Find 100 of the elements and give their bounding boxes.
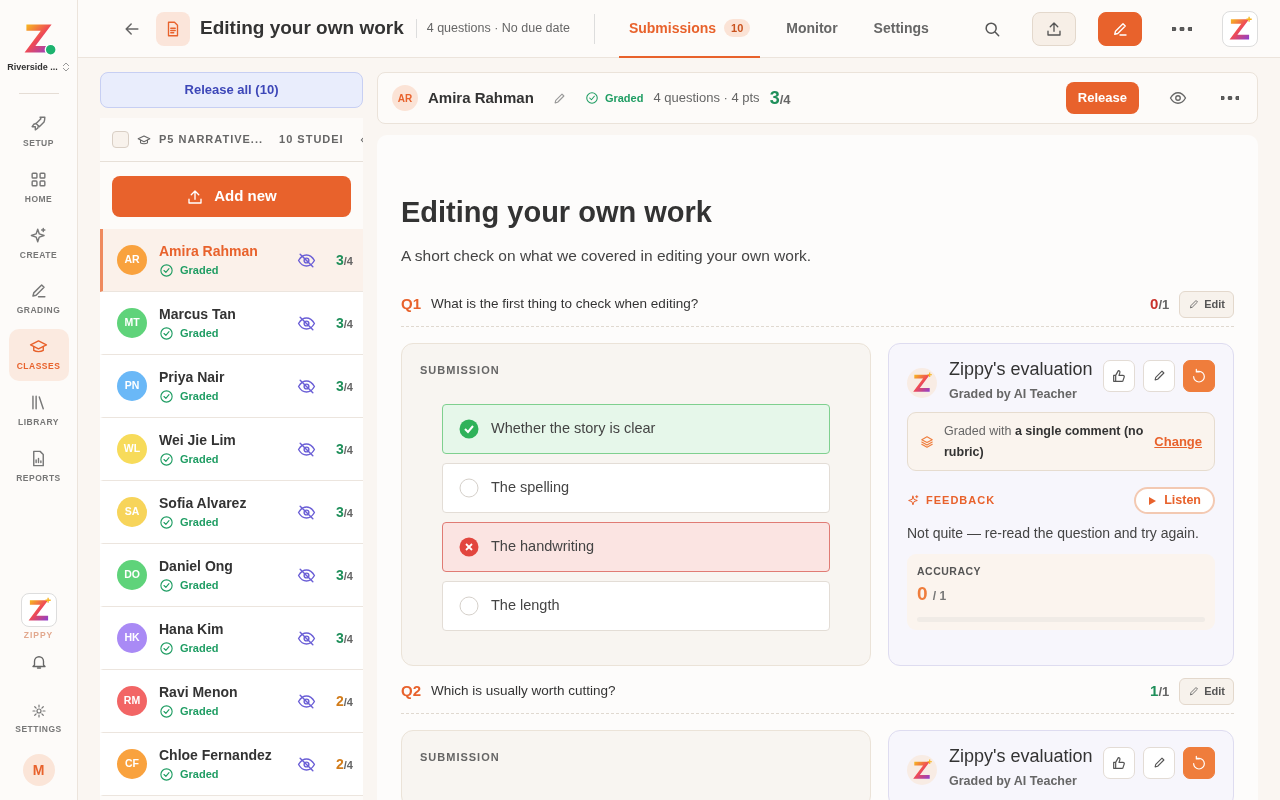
status-label: Graded [180,641,219,657]
change-link[interactable]: Change [1154,431,1202,453]
nav-item[interactable]: REPORTS [8,440,69,493]
more-icon [1172,26,1192,31]
export-button[interactable] [1032,11,1076,46]
check-circle-icon [159,515,174,530]
nav-item[interactable]: CREATE [8,217,69,270]
nav-item[interactable]: LIBRARY [8,384,69,437]
thumbs-up-icon [1111,754,1127,771]
nav-item[interactable]: CLASSES [8,329,69,381]
grid-icon [29,169,48,189]
switch-icon[interactable] [61,62,70,73]
grader-label: Graded by AI Teacher [949,773,1078,791]
edit-button[interactable]: Edit [1179,678,1234,705]
accuracy-score: 0 / 1 [917,582,948,607]
option-text: The spelling [491,478,570,498]
option-text: The handwriting [491,537,595,557]
score: 2/4 [336,691,353,711]
radio-icon [459,478,479,499]
layers-icon [920,434,934,449]
score: 3/4 [336,313,353,333]
thumbs-up-icon [1111,367,1127,384]
student-row[interactable]: MT Marcus Tan Graded 3/4 [100,292,363,355]
score: 3/4 [336,439,353,459]
status-label: Graded [180,767,219,783]
student-avatar: RM [117,686,147,716]
pen-icon [29,281,48,301]
rocket-icon [29,114,48,133]
student-name: Daniel Ong [159,557,234,577]
refresh-icon [1191,367,1207,384]
tab[interactable]: Monitor [776,0,848,58]
student-row[interactable]: PN Priya Nair Graded 3/4 [100,355,363,418]
score: 3/4 [336,376,353,396]
status-label: Graded [180,515,219,531]
logo-icon [1227,15,1253,42]
thumbs-up-button[interactable] [1103,359,1135,392]
nav-item[interactable]: HOME [8,161,69,214]
pencil-icon [1188,298,1201,311]
edit-button[interactable]: Edit [1179,291,1234,318]
nav-item[interactable]: GRADING [8,273,69,325]
student-row[interactable]: CF Chloe Fernandez Graded 2/4 [100,733,363,796]
question-number: Q2 [401,681,421,702]
score: 2/4 [336,754,353,774]
assistant-button[interactable] [20,592,57,627]
release-button[interactable]: Release [1065,82,1139,114]
option-text: The length [491,596,560,616]
student-row[interactable]: DO Daniel Ong Graded 3/4 [100,544,363,607]
question-score: 1/1 [1150,681,1170,702]
student-count: 10 STUDEI [279,132,344,148]
eye-icon [1169,89,1187,107]
add-new-button[interactable]: Add new [112,176,351,217]
evaluation-title: Zippy's evaluation [949,359,1094,380]
student-row[interactable]: WL Wei Jie Lim Graded 3/4 [100,418,363,481]
feedback-text: Not quite — re-read the question and try again. [907,524,1200,544]
student-row[interactable]: HK Hana Kim Graded 3/4 [100,607,363,670]
org-name[interactable]: Riverside ... [7,60,58,75]
student-avatar: MT [117,308,147,338]
class-name[interactable]: P5 NARRATIVE... [159,131,264,148]
section-label: SUBMISSION [420,749,501,765]
assistant-label: ZIPPY [23,628,54,642]
grader-label: Graded by AI Teacher [949,386,1078,404]
settings-nav-item[interactable]: SETTINGS [8,695,69,744]
radio-icon [459,596,479,617]
assistant-button[interactable] [1222,10,1258,47]
status-label: Graded [180,704,219,720]
student-row[interactable]: SA Sofia Alvarez Graded 3/4 [100,481,363,544]
status-label: Graded [180,326,219,342]
submission-meta: 4 questions · 4 pts [653,89,760,108]
bell-icon [29,653,48,672]
student-avatar: SA [117,497,147,527]
student-name: Amira Rahman [159,242,259,262]
grading-mode-text: Graded with a single comment (no rubric) [944,423,1145,461]
status-label: Graded [180,389,219,405]
option-text: Whether the story is clear [491,419,656,439]
student-row[interactable]: AR Amira Rahman Graded 3/4 [100,229,363,292]
regrade-button[interactable] [1183,746,1215,779]
student-avatar: AR [392,85,418,111]
assignment-description: A short check on what we covered in editing your own work. [401,245,813,266]
release-all-button[interactable]: Release all (10) [100,72,363,108]
score: 3/4 [336,502,353,522]
more-icon [1221,96,1239,100]
thumbs-up-button[interactable] [1103,746,1135,779]
score: 3/4 [336,628,353,648]
tab[interactable]: Settings [863,0,939,58]
edit-button[interactable] [1098,11,1142,46]
question-score: 0/1 [1150,294,1170,315]
assignment-meta: 4 questions · No due date [415,19,570,38]
pencil-icon [1188,685,1201,698]
score: 3/4 [769,86,791,110]
listen-button[interactable]: Listen [1134,487,1215,515]
correct-icon [459,419,479,440]
tab[interactable]: Submissions 10 [618,0,761,58]
check-circle-icon [159,578,174,593]
student-row[interactable]: RM Ravi Menon Graded 2/4 [100,670,363,733]
regrade-button[interactable] [1183,359,1215,392]
check-circle-icon [159,326,174,341]
nav-item[interactable]: SETUP [8,106,69,158]
check-circle-icon [159,704,174,719]
select-all-checkbox[interactable] [112,131,129,148]
page-title: Editing your own work [200,16,404,41]
